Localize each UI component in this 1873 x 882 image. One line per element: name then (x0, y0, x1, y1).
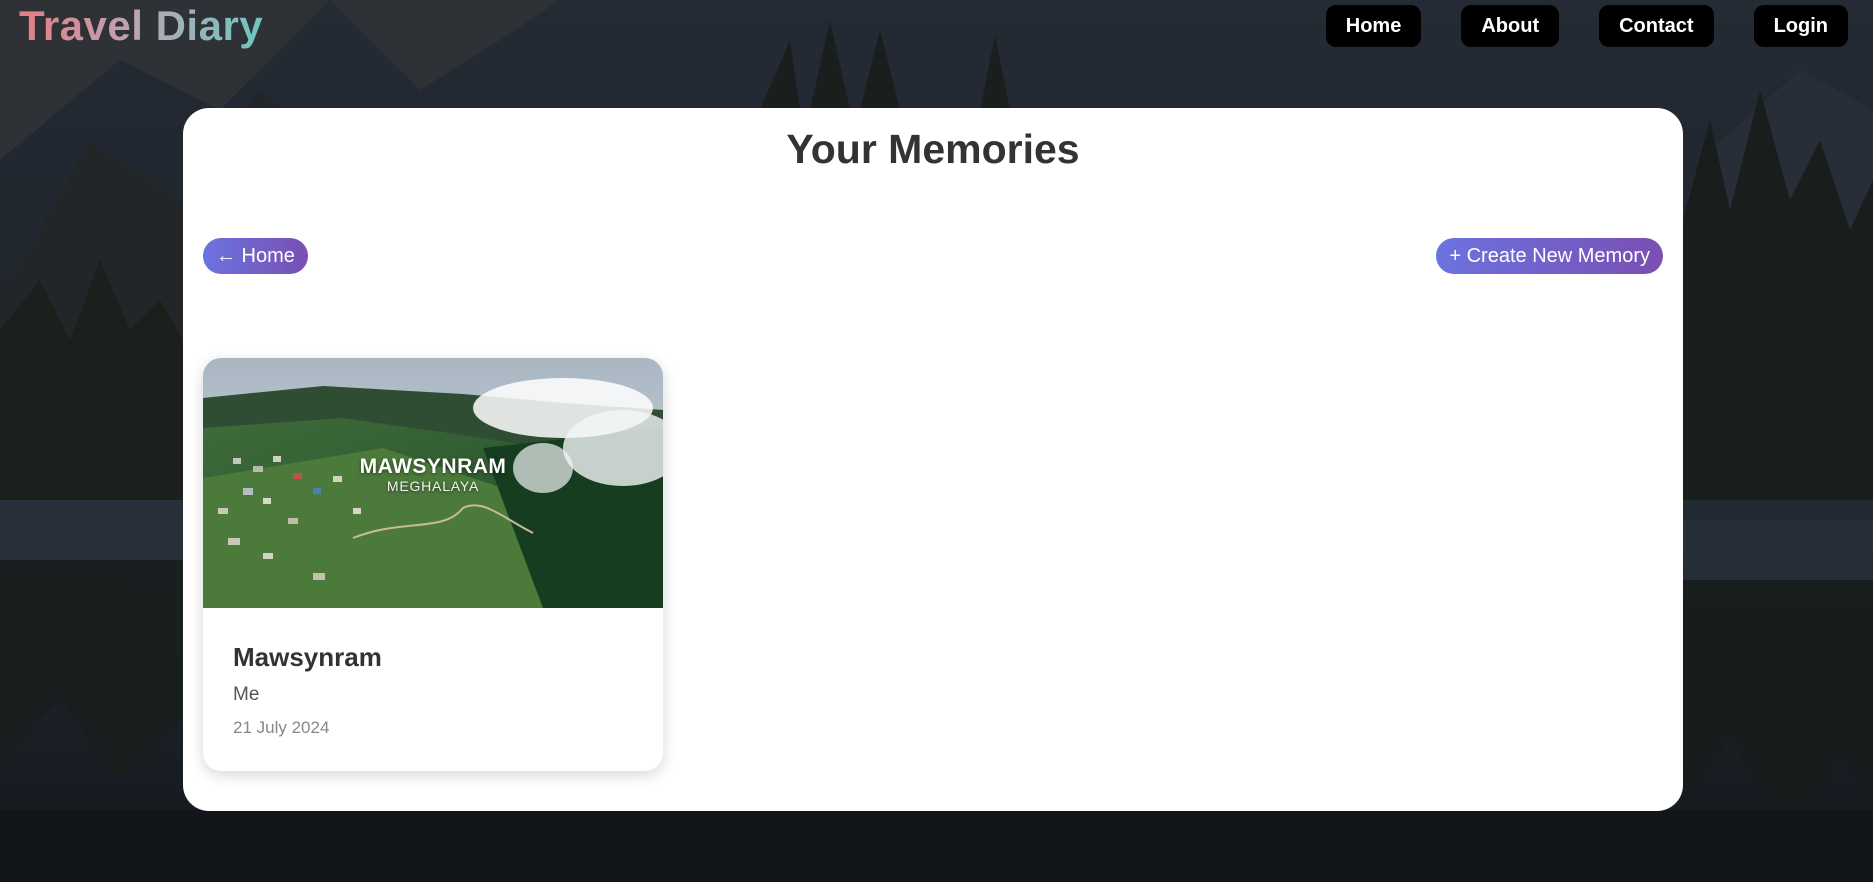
memory-date: 21 July 2024 (233, 718, 330, 737)
memory-card-body: Mawsynram Me 21 July 2024 (203, 608, 663, 738)
top-nav: Home About Contact Login (1325, 5, 1848, 47)
nav-about-link[interactable]: About (1461, 5, 1560, 47)
memories-panel: Your Memories ← Home + Create New Memory (183, 108, 1683, 811)
memory-card[interactable]: MAWSYNRAM MEGHALAYA Mawsynram Me 21 July… (203, 358, 663, 771)
nav-contact-link[interactable]: Contact (1599, 5, 1714, 47)
back-home-button[interactable]: ← Home (203, 238, 308, 274)
brand-logo-text[interactable]: Travel Diary (19, 2, 263, 50)
image-subtitle-text: MEGHALAYA (386, 478, 480, 494)
page-title: Your Memories (786, 126, 1080, 172)
memory-cover-image: MAWSYNRAM MEGHALAYA (203, 358, 663, 608)
image-title-text: MAWSYNRAM (359, 455, 507, 478)
memory-title: Mawsynram (233, 642, 382, 672)
create-memory-button[interactable]: + Create New Memory (1436, 238, 1663, 274)
nav-home-link[interactable]: Home (1325, 5, 1422, 47)
memory-author: Me (233, 684, 260, 705)
nav-login-link[interactable]: Login (1753, 5, 1848, 47)
